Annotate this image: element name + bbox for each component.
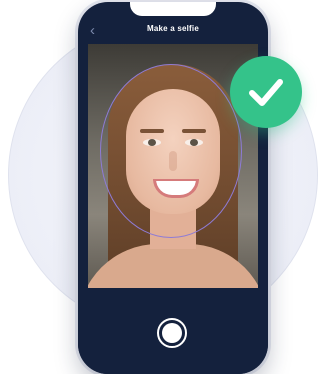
header: ‹ Make a selfie — [78, 22, 268, 42]
success-check-badge — [230, 56, 302, 128]
shutter-button[interactable] — [157, 318, 187, 348]
phone-notch — [130, 2, 216, 16]
page-title: Make a selfie — [147, 24, 199, 33]
phone-frame: ‹ Make a selfie — [78, 2, 268, 374]
camera-controls — [78, 288, 268, 374]
face-guide-oval — [100, 64, 242, 238]
checkmark-icon — [249, 79, 283, 106]
